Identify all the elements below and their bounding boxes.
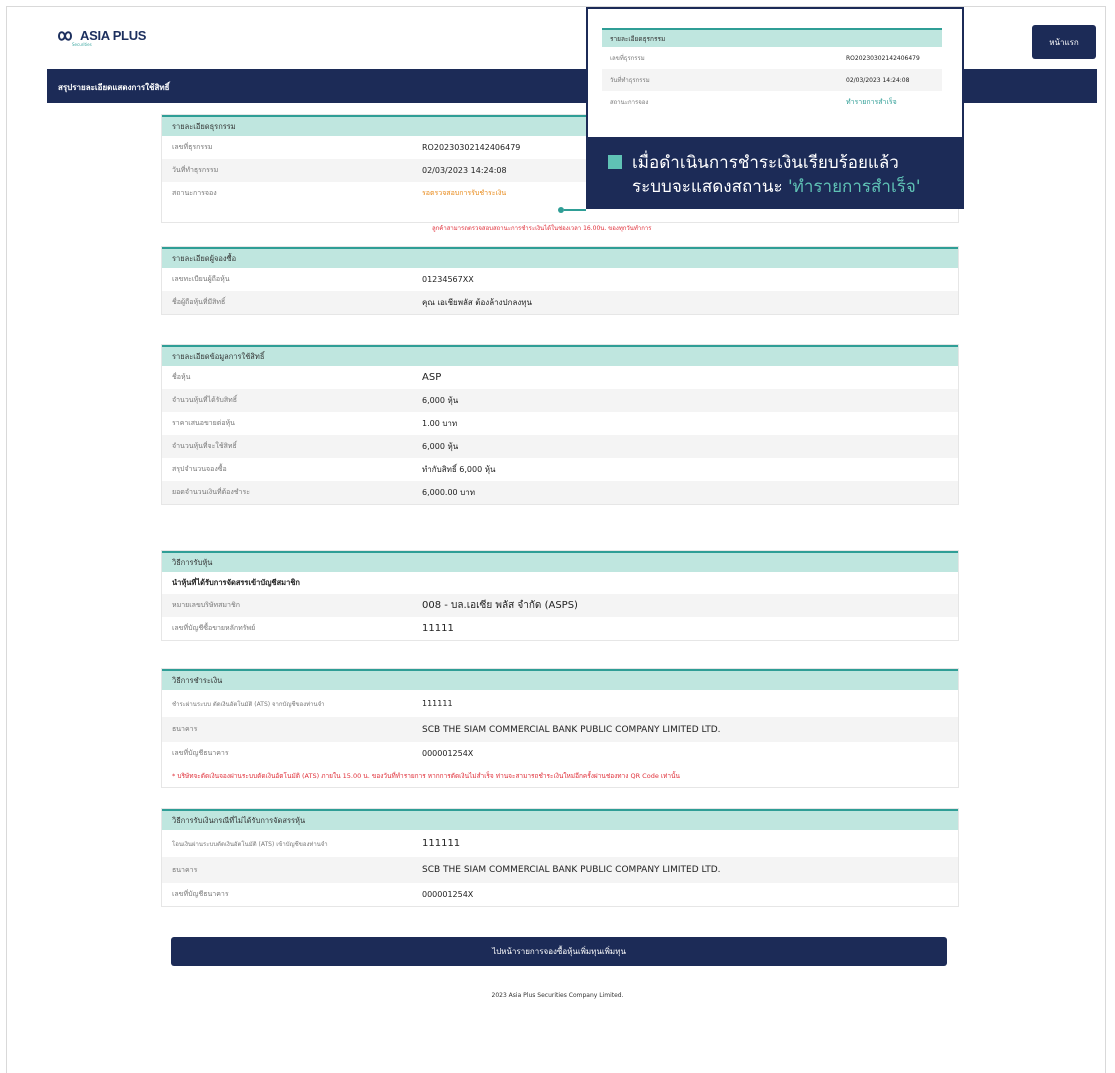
row-label: จำนวนหุ้นที่ได้รับสิทธิ์ [172, 396, 237, 404]
callout-banner: เมื่อดำเนินการชำระเงินเรียบร้อยแล้ว ระบบ… [586, 139, 964, 209]
row-label: หมายเลขบริษัทสมาชิก [172, 601, 240, 609]
square-bullet-icon [608, 155, 622, 169]
row-label: ธนาคาร [172, 725, 198, 733]
table-row: โอนเงินผ่านระบบตัดเงินอัตโนมัติ (ATS) เข… [162, 830, 958, 857]
popup-card: รายละเอียดธุรกรรม เลขที่ธุรกรรม RO2023030… [602, 28, 942, 113]
share-method-card: วิธีการรับหุ้น นำหุ้นที่ได้รับการจัดสรรเ… [161, 550, 959, 641]
brand-sub: Securities [72, 42, 92, 47]
row-label: เลขที่ธุรกรรม [172, 143, 213, 151]
row-value: 6,000 หุ้น [422, 442, 459, 451]
row-label: โอนเงินผ่านระบบตัดเงินอัตโนมัติ (ATS) เข… [172, 840, 328, 848]
row-label: วันที่ทำธุรกรรม [172, 166, 219, 174]
row-label: เลขที่บัญชีธนาคาร [172, 749, 229, 757]
table-row: ราคาเสนอขายต่อหุ้น 1.00 บาท [162, 412, 958, 435]
brand-name: ASIA PLUS [80, 28, 147, 43]
status-preview-popup: รายละเอียดธุรกรรม เลขที่ธุรกรรม RO2023030… [586, 7, 964, 139]
row-value: SCB THE SIAM COMMERCIAL BANK PUBLIC COMP… [422, 865, 721, 875]
callout-highlight: 'ทำรายการสำเร็จ' [787, 177, 921, 197]
table-row: ชื่อผู้ถือหุ้นที่มีสิทธิ์ คุณ เอเชียพลัส… [162, 291, 958, 314]
card-heading: รายละเอียดผู้จองซื้อ [162, 247, 958, 268]
page-title: สรุปรายละเอียดแสดงการใช้สิทธิ์ [58, 83, 170, 92]
popup-row: สถานะการจอง ทำรายการสำเร็จ [602, 91, 942, 113]
row-value: RO2023030214240647​9 [846, 54, 920, 62]
table-row: ธนาคาร SCB THE SIAM COMMERCIAL BANK PUBLI… [162, 857, 958, 883]
table-row: เลขที่บัญชีซื้อขายหลักทรัพย์ 11111 [162, 617, 958, 640]
card-heading: รายละเอียดข้อมูลการใช้สิทธิ์ [162, 345, 958, 366]
row-label: วันที่ทำธุรกรรม [610, 77, 650, 84]
row-label: จำนวนหุ้นที่จะใช้สิทธิ์ [172, 442, 237, 450]
success-status-value: ทำรายการสำเร็จ [846, 97, 897, 106]
row-value: ทำกับสิทธิ์ 6,000 หุ้น [422, 465, 496, 474]
row-value: 02/03/2023 14:24:08 [422, 166, 507, 175]
row-value: RO2023030214240647​9 [422, 143, 521, 152]
table-row: เลขทะเบียนผู้ถือหุ้น 0123456​7XX [162, 268, 958, 291]
home-button[interactable]: หน้าแรก [1032, 25, 1096, 59]
callout-line1: เมื่อดำเนินการชำระเงินเรียบร้อยแล้ว [632, 153, 899, 173]
row-label: สรุปจำนวนจองซื้อ [172, 465, 227, 473]
row-value: ASP [422, 372, 442, 383]
row-value: 000001254X [422, 749, 474, 758]
infinity-logo-icon [57, 30, 73, 41]
row-value: คุณ เอเชียพลัส ต้องล้างปกลงทุน [422, 298, 532, 307]
table-row: ชื่อหุ้น ASP [162, 366, 958, 389]
row-label: ชื่อผู้ถือหุ้นที่มีสิทธิ์ [172, 298, 226, 306]
table-row: เลขที่บัญชีธนาคาร 000001254X [162, 742, 958, 765]
status-note: ลูกค้าสามารถตรวจสอบสถานะการชำระเงินได้ใน… [432, 225, 652, 232]
row-label: สถานะการจอง [172, 189, 217, 197]
row-label: ยอดจำนวนเงินที่ต้องชำระ [172, 488, 250, 496]
row-value: 111111 [422, 838, 461, 849]
row-value: 008 - บล.เอเซีย พลัส จำกัด (ASPS) [422, 600, 578, 611]
table-row: จำนวนหุ้นที่ได้รับสิทธิ์ 6,000 หุ้น [162, 389, 958, 412]
table-row: ชำระผ่านระบบ ตัดเงินอัตโนมัติ (ATS) จากบ… [162, 690, 958, 717]
customer-card: รายละเอียดผู้จองซื้อ เลขทะเบียนผู้ถือหุ้… [161, 246, 959, 315]
popup-row: เลขที่ธุรกรรม RO2023030214240647​9 [602, 47, 942, 69]
row-label: เลขทะเบียนผู้ถือหุ้น [172, 275, 230, 283]
table-row: เลขที่บัญชีธนาคาร 000001254X [162, 883, 958, 906]
card-heading: วิธีการชำระเงิน [162, 669, 958, 690]
table-row: ยอดจำนวนเงินที่ต้องชำระ 6,000.00 บาท [162, 481, 958, 504]
table-row: สรุปจำนวนจองซื้อ ทำกับสิทธิ์ 6,000 หุ้น [162, 458, 958, 481]
row-value: 1.00 บาท [422, 419, 458, 428]
row-value: 0123456​7XX [422, 275, 474, 284]
row-value: 6,000 หุ้น [422, 396, 459, 405]
footer-copyright: 2023 Asia Plus Securities Company Limite… [491, 992, 624, 999]
row-label: เลขที่ธุรกรรม [610, 55, 645, 62]
brand-logo[interactable]: ASIA PLUS Securities [54, 28, 147, 47]
table-row: ธนาคาร SCB THE SIAM COMMERCIAL BANK PUBLI… [162, 717, 958, 742]
popup-row: วันที่ทำธุรกรรม 02/03/2023 14:24:08 [602, 69, 942, 91]
table-row: หมายเลขบริษัทสมาชิก 008 - บล.เอเซีย พลัส … [162, 594, 958, 617]
rights-card: รายละเอียดข้อมูลการใช้สิทธิ์ ชื่อหุ้น ASP… [161, 344, 959, 505]
row-label: ชื่อหุ้น [172, 373, 191, 381]
row-value: 000001254X [422, 890, 474, 899]
row-value: 02/03/2023 14:24:08 [846, 76, 910, 84]
row-value: 111111 [422, 699, 453, 708]
row-label: เลขที่บัญชีธนาคาร [172, 890, 229, 898]
payment-card: วิธีการชำระเงิน ชำระผ่านระบบ ตัดเงินอัตโ… [161, 668, 959, 788]
card-heading: วิธีการรับหุ้น [162, 551, 958, 572]
row-value: 6,000.00 บาท [422, 488, 476, 497]
row-label: ชำระผ่านระบบ ตัดเงินอัตโนมัติ (ATS) จากบ… [172, 700, 325, 708]
row-value: SCB THE SIAM COMMERCIAL BANK PUBLIC COMP… [422, 724, 721, 735]
row-label: ธนาคาร [172, 865, 198, 874]
status-value: รอตรวจสอบการรับชำระเงิน [422, 189, 507, 197]
callout-prefix: ระบบจะแสดงสถานะ [632, 177, 783, 197]
go-to-bookings-button[interactable]: ไปหน้ารายการจองซื้อหุ้นเพิ่มทุนเพิ่มทุน [171, 937, 947, 966]
callout-connector-line [564, 209, 586, 211]
callout-line2: ระบบจะแสดงสถานะ 'ทำรายการสำเร็จ' [632, 173, 921, 200]
row-label: ราคาเสนอขายต่อหุ้น [172, 419, 235, 427]
row-label: เลขที่บัญชีซื้อขายหลักทรัพย์ [172, 624, 256, 632]
card-heading: วิธีการรับเงินกรณีที่ไม่ได้รับการจัดสรรห… [162, 809, 958, 830]
row-value: 11111 [422, 623, 454, 634]
table-row: จำนวนหุ้นที่จะใช้สิทธิ์ 6,000 หุ้น [162, 435, 958, 458]
popup-heading: รายละเอียดธุรกรรม [602, 28, 942, 47]
payment-note: * บริษัทจะตัดเงินจองผ่านระบบตัดเงินอัตโน… [172, 772, 680, 780]
refund-card: วิธีการรับเงินกรณีที่ไม่ได้รับการจัดสรรห… [161, 808, 959, 907]
sub-heading: นำหุ้นที่ได้รับการจัดสรรเข้าบัญชีสมาชิก [172, 578, 300, 587]
row-label: สถานะการจอง [610, 99, 649, 106]
